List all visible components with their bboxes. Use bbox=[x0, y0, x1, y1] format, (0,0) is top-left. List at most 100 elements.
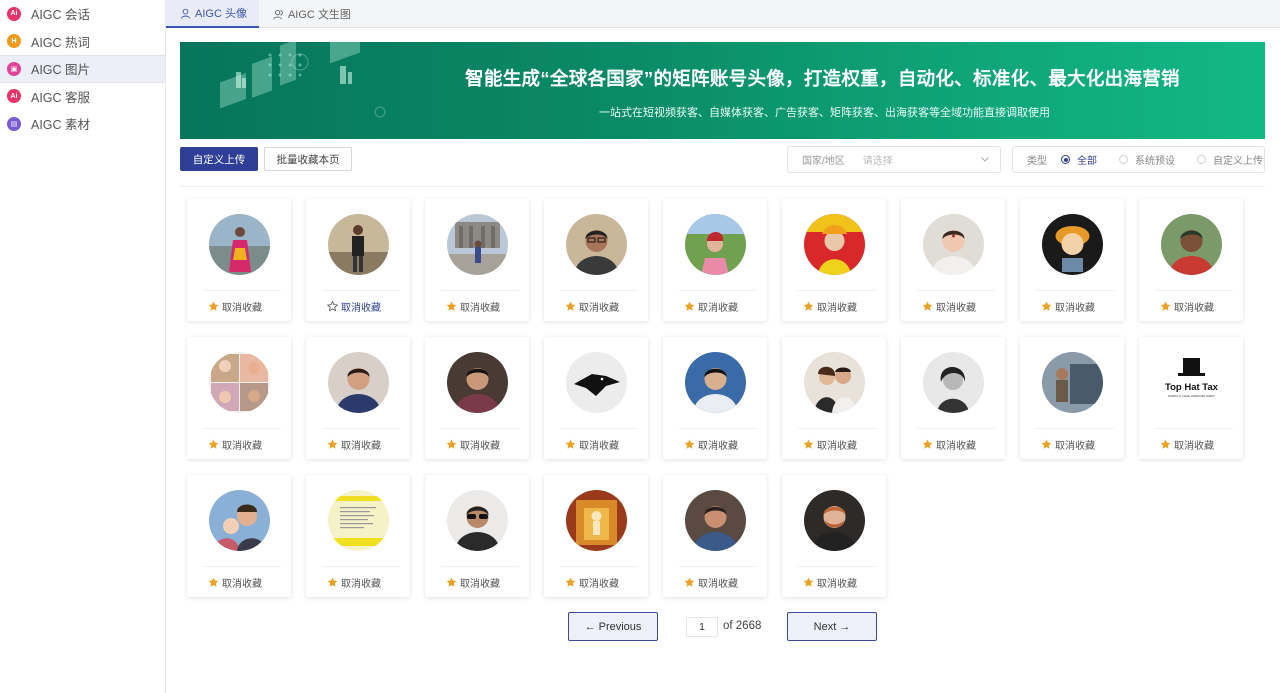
tab-1[interactable]: AIGC 文生图 bbox=[259, 0, 363, 28]
sidebar-item-1[interactable]: H AIGC 热词 bbox=[0, 28, 165, 56]
avatar-image-woman-in-cafe[interactable] bbox=[447, 352, 508, 413]
unfavorite-button[interactable]: 取消收藏 bbox=[565, 299, 619, 314]
avatar-image-man-with-baby[interactable] bbox=[209, 490, 270, 551]
avatar-card[interactable]: Top Hat Tax DARRYL K. HAGE, ENROLLED AGEN… bbox=[1139, 337, 1243, 459]
unfavorite-button[interactable]: 取消收藏 bbox=[1160, 299, 1214, 314]
custom-upload-button[interactable]: 自定义上传 bbox=[180, 147, 258, 171]
avatar-image-man-colorful-costume[interactable] bbox=[804, 214, 865, 275]
avatar-image-family-collage[interactable] bbox=[209, 352, 270, 413]
avatar-card[interactable]: 取消收藏 bbox=[425, 475, 529, 597]
avatar-card[interactable]: 取消收藏 bbox=[425, 199, 529, 321]
avatar-image-wolf-logo[interactable] bbox=[566, 352, 627, 413]
avatar-card[interactable]: 取消收藏 bbox=[1139, 199, 1243, 321]
unfavorite-button[interactable]: 取消收藏 bbox=[208, 575, 262, 590]
star-filled-icon bbox=[684, 439, 695, 450]
sidebar-item-0[interactable]: Ai AIGC 会话 bbox=[0, 0, 165, 28]
avatar-image-woman-smiling[interactable] bbox=[328, 352, 389, 413]
unfavorite-button[interactable]: 取消收藏 bbox=[565, 575, 619, 590]
avatar-card[interactable]: 取消收藏 bbox=[782, 337, 886, 459]
avatar-card[interactable]: 取消收藏 bbox=[901, 337, 1005, 459]
unfavorite-button[interactable]: 取消收藏 bbox=[208, 437, 262, 452]
unfavorite-label: 取消收藏 bbox=[1174, 303, 1214, 314]
avatar-image-man-sunglasses[interactable] bbox=[447, 490, 508, 551]
logo-subtext: DARRYL K. HAGE, ENROLLED AGENT bbox=[1168, 394, 1215, 398]
sidebar-item-4[interactable]: ▤ AIGC 素材 bbox=[0, 110, 165, 138]
avatar-image-person-at-landmark[interactable] bbox=[447, 214, 508, 275]
unfavorite-button[interactable]: 取消收藏 bbox=[803, 437, 857, 452]
unfavorite-button[interactable]: 取消收藏 bbox=[684, 575, 738, 590]
tab-0[interactable]: AIGC 头像 bbox=[166, 0, 259, 28]
unfavorite-label: 取消收藏 bbox=[341, 579, 381, 590]
avatar-card[interactable]: 取消收藏 bbox=[901, 199, 1005, 321]
avatar-card[interactable]: 取消收藏 bbox=[663, 475, 767, 597]
country-select[interactable]: 国家/地区 请选择 bbox=[787, 146, 1001, 173]
unfavorite-button[interactable]: 取消收藏 bbox=[684, 437, 738, 452]
card-divider bbox=[679, 566, 757, 567]
avatar-image-girl-in-garden[interactable] bbox=[685, 214, 746, 275]
unfavorite-label: 取消收藏 bbox=[698, 303, 738, 314]
avatar-card[interactable]: 取消收藏 bbox=[544, 199, 648, 321]
avatar-image-woman-colorful-dress[interactable] bbox=[209, 214, 270, 275]
avatar-card[interactable]: 取消收藏 bbox=[544, 475, 648, 597]
unfavorite-button[interactable]: 取消收藏 bbox=[1041, 299, 1095, 314]
sidebar-item-3[interactable]: Ai AIGC 客服 bbox=[0, 83, 165, 111]
avatar-card[interactable]: 取消收藏 bbox=[306, 199, 410, 321]
unfavorite-button[interactable]: 取消收藏 bbox=[922, 299, 976, 314]
page-total: of 2668 bbox=[723, 620, 762, 632]
avatar-card[interactable]: 取消收藏 bbox=[1020, 337, 1124, 459]
avatar-image-baby-portrait[interactable] bbox=[923, 214, 984, 275]
unfavorite-button[interactable]: 取消收藏 bbox=[1041, 437, 1095, 452]
unfavorite-button[interactable]: 取消收藏 bbox=[922, 437, 976, 452]
avatar-image-man-in-polo[interactable] bbox=[685, 490, 746, 551]
unfavorite-button[interactable]: 取消收藏 bbox=[327, 575, 381, 590]
type-radio-2[interactable]: 自定义上传 bbox=[1197, 152, 1263, 167]
radio-label: 系统预设 bbox=[1135, 156, 1175, 167]
unfavorite-button[interactable]: 取消收藏 bbox=[684, 299, 738, 314]
batch-favorite-button[interactable]: 批量收藏本页 bbox=[264, 147, 352, 171]
avatar-image-man-by-truck[interactable] bbox=[1042, 352, 1103, 413]
sidebar-item-2[interactable]: ▣ AIGC 图片 bbox=[0, 55, 165, 83]
avatar-card[interactable]: 取消收藏 bbox=[187, 199, 291, 321]
unfavorite-button[interactable]: 取消收藏 bbox=[208, 299, 262, 314]
avatar-image-man-with-glasses[interactable] bbox=[566, 214, 627, 275]
avatar-image-man-blue-background[interactable] bbox=[685, 352, 746, 413]
avatar-card[interactable]: 取消收藏 bbox=[306, 337, 410, 459]
unfavorite-button[interactable]: 取消收藏 bbox=[803, 575, 857, 590]
avatar-card[interactable]: 取消收藏 bbox=[1020, 199, 1124, 321]
avatar-image-golden-temple[interactable] bbox=[566, 490, 627, 551]
avatar-card[interactable]: 取消收藏 bbox=[663, 337, 767, 459]
page-input[interactable] bbox=[686, 617, 718, 637]
avatar-card[interactable]: 取消收藏 bbox=[306, 475, 410, 597]
avatar-card[interactable]: 取消收藏 bbox=[663, 199, 767, 321]
card-divider bbox=[1036, 290, 1114, 291]
type-radio-1[interactable]: 系统预设 bbox=[1119, 152, 1175, 167]
previous-button[interactable]: ← Previous bbox=[568, 612, 658, 641]
avatar-card[interactable]: 取消收藏 bbox=[425, 337, 529, 459]
avatar-image-man-standing-outdoor[interactable] bbox=[328, 214, 389, 275]
unfavorite-button[interactable]: 取消收藏 bbox=[446, 299, 500, 314]
type-radio-0[interactable]: 全部 bbox=[1061, 152, 1097, 167]
avatar-image-couple-photo[interactable] bbox=[804, 352, 865, 413]
avatar-image-man-in-red-shirt[interactable] bbox=[1161, 214, 1222, 275]
sidebar-item-label: AIGC 会话 bbox=[31, 8, 91, 23]
unfavorite-button[interactable]: 取消收藏 bbox=[446, 437, 500, 452]
unfavorite-button[interactable]: 取消收藏 bbox=[565, 437, 619, 452]
tab-bar: AIGC 头像 AIGC 文生图 bbox=[166, 0, 1280, 28]
avatar-image-cartoon-figure[interactable] bbox=[1042, 214, 1103, 275]
unfavorite-button[interactable]: 取消收藏 bbox=[327, 299, 381, 314]
star-filled-icon bbox=[684, 577, 695, 588]
avatar-image-woman-black-white[interactable] bbox=[923, 352, 984, 413]
avatar-card[interactable]: 取消收藏 bbox=[544, 337, 648, 459]
unfavorite-button[interactable]: 取消收藏 bbox=[1160, 437, 1214, 452]
unfavorite-button[interactable]: 取消收藏 bbox=[327, 437, 381, 452]
avatar-image-top-hat-logo[interactable]: Top Hat Tax DARRYL K. HAGE, ENROLLED AGEN… bbox=[1161, 352, 1222, 413]
unfavorite-button[interactable]: 取消收藏 bbox=[446, 575, 500, 590]
next-button[interactable]: Next → bbox=[787, 612, 877, 641]
avatar-image-bearded-man[interactable] bbox=[804, 490, 865, 551]
unfavorite-button[interactable]: 取消收藏 bbox=[803, 299, 857, 314]
avatar-card[interactable]: 取消收藏 bbox=[782, 199, 886, 321]
avatar-card[interactable]: 取消收藏 bbox=[187, 475, 291, 597]
avatar-card[interactable]: 取消收藏 bbox=[782, 475, 886, 597]
avatar-card[interactable]: 取消收藏 bbox=[187, 337, 291, 459]
avatar-image-yellow-document[interactable] bbox=[328, 490, 389, 551]
